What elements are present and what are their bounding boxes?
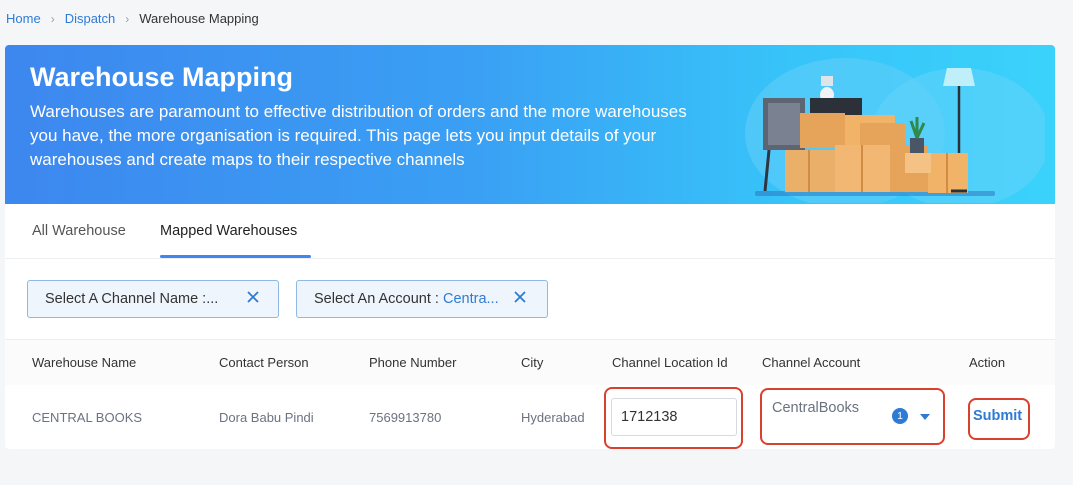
contact-person-cell: Dora Babu Pindi — [219, 410, 314, 425]
column-header: Warehouse Name — [32, 355, 137, 370]
close-icon[interactable] — [513, 290, 527, 304]
channel-filter-label: Select A Channel Name : — [45, 291, 207, 307]
highlight-location-id — [604, 387, 743, 449]
column-header: Phone Number — [369, 355, 457, 370]
page-title: Warehouse Mapping — [30, 62, 294, 92]
account-filter-value: Centra... — [442, 291, 499, 307]
account-filter-chip[interactable]: Select An Account : Centra... — [296, 280, 548, 318]
column-header: Channel Account — [762, 355, 861, 370]
chevron-right-icon: › — [125, 11, 130, 26]
column-header: Action — [969, 355, 1006, 370]
close-icon[interactable] — [246, 290, 260, 304]
banner-description: Warehouses are paramount to effective di… — [30, 102, 687, 169]
city-cell: Hyderabad — [521, 410, 585, 425]
breadcrumb: Home › Dispatch › Warehouse Mapping — [6, 11, 259, 26]
breadcrumb-home[interactable]: Home — [6, 11, 41, 26]
active-tab-indicator — [160, 255, 311, 258]
column-header: City — [521, 355, 544, 370]
main-card: Warehouse Mapping Warehouses are paramou… — [5, 45, 1055, 449]
tab-all-warehouse[interactable]: All Warehouse — [32, 223, 126, 239]
breadcrumb-current: Warehouse Mapping — [139, 11, 259, 26]
highlight-channel-account — [760, 388, 945, 445]
banner: Warehouse Mapping Warehouses are paramou… — [5, 45, 1055, 204]
chevron-right-icon: › — [50, 11, 55, 26]
highlight-submit — [968, 398, 1030, 440]
channel-filter-chip[interactable]: Select A Channel Name : ... — [27, 280, 279, 318]
account-filter-label: Select An Account : — [314, 291, 443, 307]
column-header: Contact Person — [219, 355, 309, 370]
tab-bar: All Warehouse Mapped Warehouses — [5, 204, 1055, 259]
phone-number-cell: 7569913780 — [369, 410, 442, 425]
tab-mapped-warehouses[interactable]: Mapped Warehouses — [160, 223, 297, 239]
breadcrumb-dispatch[interactable]: Dispatch — [65, 11, 116, 26]
channel-filter-value: ... — [206, 291, 219, 307]
warehouse-name-cell: CENTRAL BOOKS — [32, 410, 143, 425]
warehouse-illustration — [745, 58, 1045, 203]
column-header: Channel Location Id — [612, 355, 728, 370]
